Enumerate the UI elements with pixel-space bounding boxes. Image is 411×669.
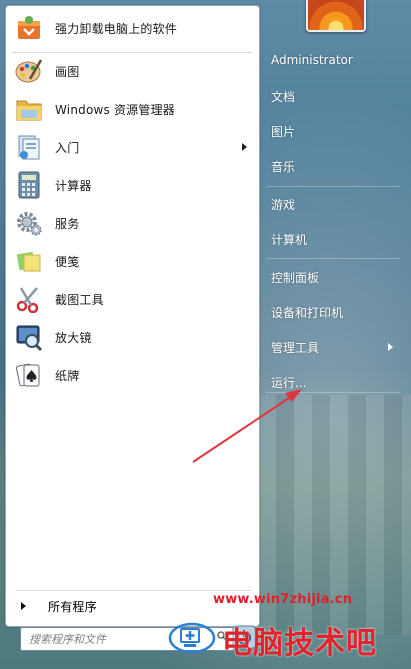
watermark-url: www.win7zhijia.cn <box>213 592 353 607</box>
annotation-arrow <box>192 389 302 463</box>
watermark-logo <box>168 622 216 654</box>
watermark-brand: 电脑技术吧 <box>222 626 377 661</box>
